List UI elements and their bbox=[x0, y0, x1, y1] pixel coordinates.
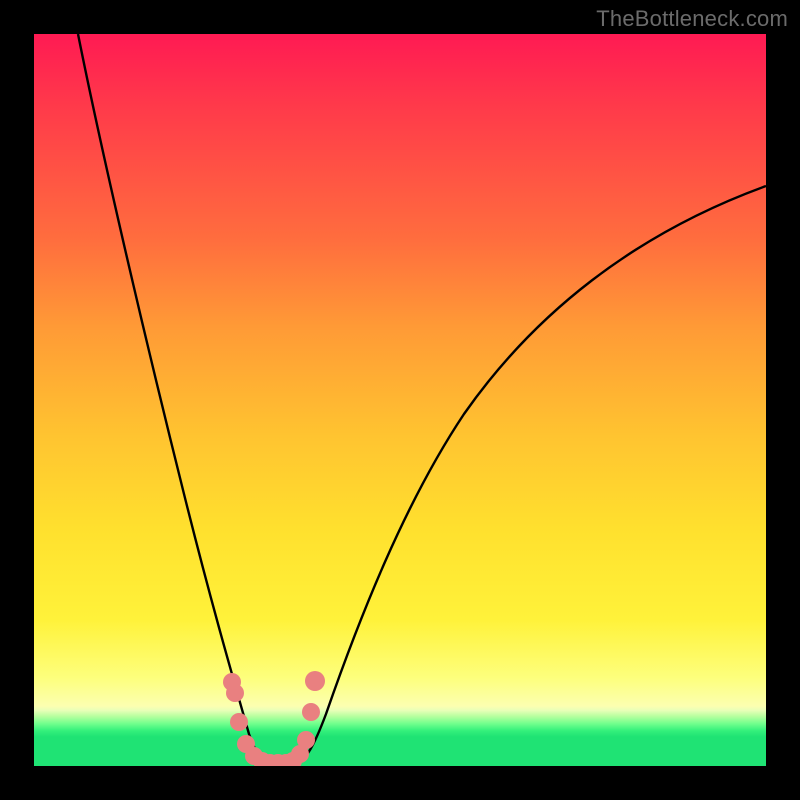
plot-area bbox=[34, 34, 766, 766]
chart-outer-frame: TheBottleneck.com bbox=[0, 0, 800, 800]
bottleneck-curve-right bbox=[296, 186, 766, 764]
curve-layer bbox=[34, 34, 766, 766]
bottleneck-curve-left bbox=[78, 34, 270, 764]
watermark-text: TheBottleneck.com bbox=[596, 6, 788, 32]
